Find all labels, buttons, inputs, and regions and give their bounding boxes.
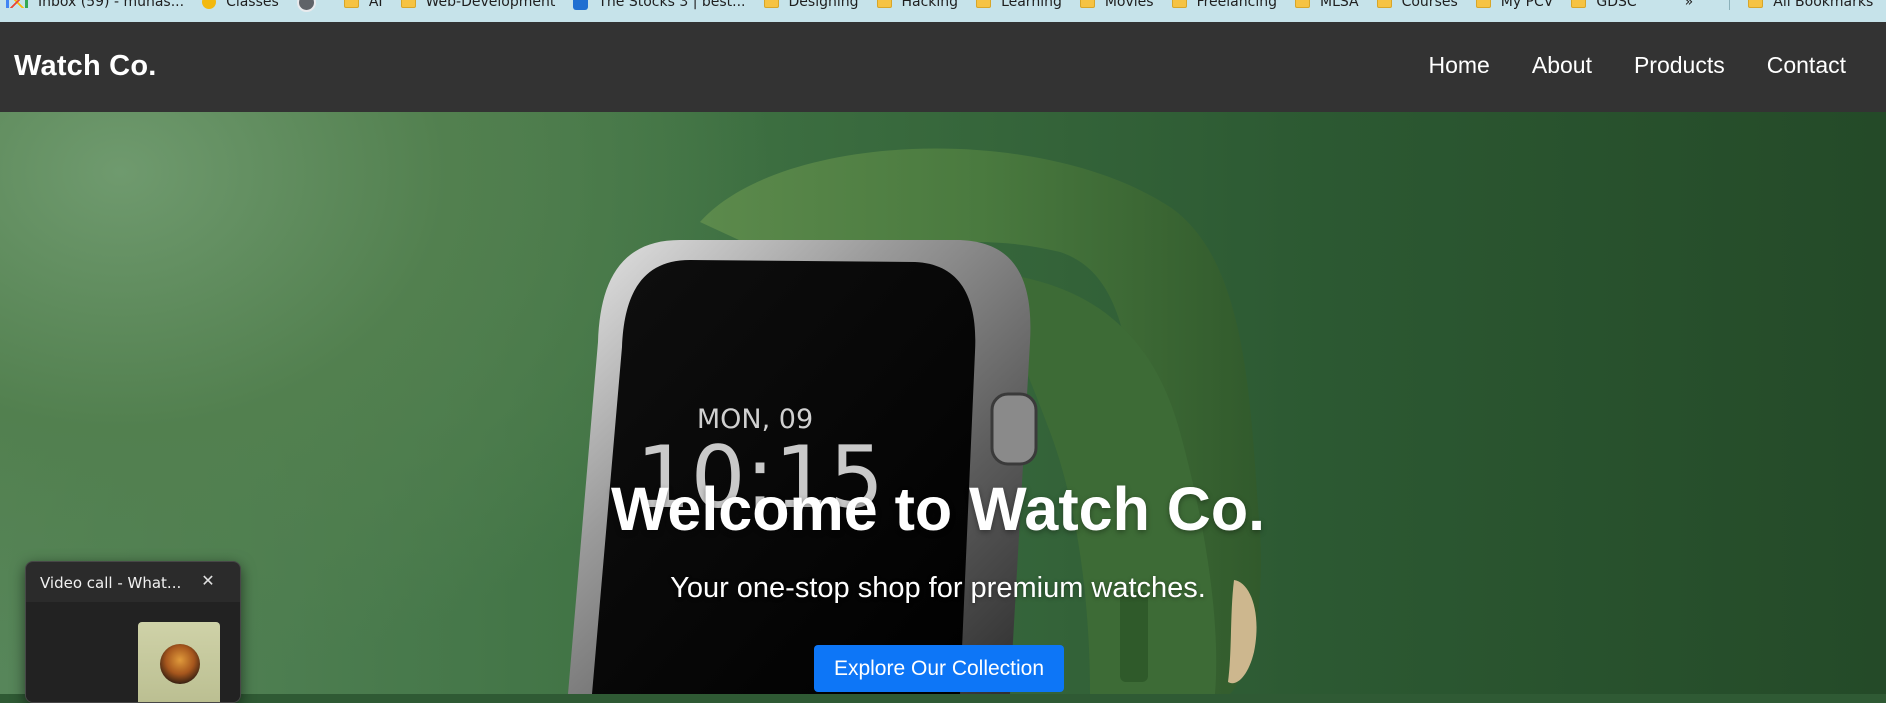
bookmark-inbox[interactable]: Inbox (59) - muhas... — [6, 0, 184, 10]
bookmark-gdsc[interactable]: GDSC — [1571, 0, 1637, 10]
bookmark-learning[interactable]: Learning — [976, 0, 1062, 10]
nav-contact-link[interactable]: Contact — [1767, 52, 1846, 79]
bookmark-label: Inbox (59) - muhas... — [38, 0, 185, 10]
avatar — [160, 644, 200, 684]
participant-tile[interactable] — [138, 622, 220, 702]
video-call-body — [26, 602, 240, 702]
bookmark-classes[interactable]: Classes — [202, 0, 279, 10]
bookmark-mlsa[interactable]: MLSA — [1294, 0, 1359, 10]
bookmarks-row: Inbox (59) - muhas... Classes AI Web-Dev… — [0, 0, 1886, 13]
folder-icon — [1571, 0, 1587, 8]
bookmark-label: Web-Development — [425, 0, 556, 10]
bookmarks-divider — [1729, 0, 1731, 10]
nav-products-link[interactable]: Products — [1634, 52, 1725, 79]
bookmarks-overflow-button[interactable]: » — [1685, 0, 1694, 10]
explore-collection-button[interactable]: Explore Our Collection — [814, 645, 1064, 692]
site-logo[interactable]: Watch Co. — [14, 50, 157, 83]
bookmark-label: Classes — [226, 0, 279, 10]
bookmark-label: MLSA — [1319, 0, 1359, 10]
bookmark-courses[interactable]: Courses — [1376, 0, 1458, 10]
classes-icon — [202, 0, 217, 9]
stocks-icon — [573, 0, 589, 10]
strap-loop — [1120, 592, 1148, 682]
all-bookmarks-button[interactable]: All Bookmarks — [1748, 0, 1873, 10]
folder-icon — [1079, 0, 1095, 8]
folder-icon — [1475, 0, 1491, 8]
folder-icon — [763, 0, 779, 8]
nav-about-link[interactable]: About — [1532, 52, 1592, 79]
folder-icon — [976, 0, 992, 8]
bookmark-label: The Stocks 3 | best... — [598, 0, 746, 10]
bookmark-hacking[interactable]: Hacking — [876, 0, 959, 10]
bookmark-my-pcv[interactable]: My PCV — [1475, 0, 1554, 10]
bookmark-designing[interactable]: Designing — [763, 0, 859, 10]
hero-title: Welcome to Watch Co. — [610, 475, 1266, 543]
bookmark-web-development[interactable]: Web-Development — [400, 0, 556, 10]
nav-home-link[interactable]: Home — [1429, 52, 1490, 79]
bookmark-label: Learning — [1001, 0, 1062, 10]
folder-icon — [1748, 0, 1764, 8]
gmail-icon — [6, 0, 28, 8]
bookmark-freelancing[interactable]: Freelancing — [1171, 0, 1277, 10]
folder-icon — [400, 0, 416, 8]
bookmark-ai[interactable]: AI — [343, 0, 383, 10]
bookmark-movies[interactable]: Movies — [1079, 0, 1154, 10]
bookmark-label: All Bookmarks — [1773, 0, 1874, 10]
folder-icon — [343, 0, 359, 8]
watch-crown — [990, 392, 1038, 466]
bookmark-stocks[interactable]: The Stocks 3 | best... — [573, 0, 746, 10]
bookmark-label: Movies — [1104, 0, 1154, 10]
site-header: Watch Co. Home About Products Contact — [0, 22, 1886, 112]
folder-icon — [876, 0, 892, 8]
close-icon[interactable]: ✕ — [198, 571, 218, 591]
hero-section: MON, 09 10:15 Welcome to Watch Co. Your … — [0, 112, 1886, 694]
bookmark-label: Courses — [1401, 0, 1458, 10]
bookmarks-bar: Inbox (59) - muhas... Classes AI Web-Dev… — [0, 0, 1886, 23]
github-icon — [296, 0, 316, 12]
folder-icon — [1376, 0, 1392, 8]
hero-subtitle: Your one-stop shop for premium watches. — [670, 572, 1206, 604]
smartwatch-image: MON, 09 10:15 — [568, 148, 1261, 694]
bookmark-label: Freelancing — [1196, 0, 1277, 10]
folder-icon — [1171, 0, 1187, 8]
video-call-title: Video call - What... — [40, 574, 182, 592]
bookmark-label: Hacking — [901, 0, 959, 10]
bookmark-label: My PCV — [1500, 0, 1554, 10]
chevron-double-right-icon: » — [1684, 0, 1694, 10]
video-call-window[interactable]: Video call - What... ✕ — [25, 561, 241, 703]
bookmark-label: Designing — [788, 0, 859, 10]
main-nav: Home About Products Contact — [1387, 52, 1847, 79]
bookmark-label: GDSC — [1596, 0, 1637, 10]
bookmark-label: AI — [368, 0, 383, 10]
folder-icon — [1294, 0, 1310, 8]
bookmark-github[interactable] — [296, 0, 326, 12]
